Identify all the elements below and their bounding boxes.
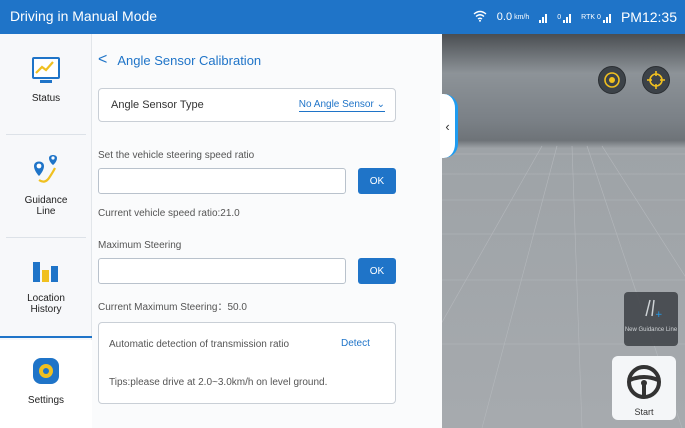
sidebar-item-location-history[interactable]: Location History [0, 256, 92, 315]
sidebar-item-label: Location History [27, 293, 65, 315]
angle-sensor-type-label: Angle Sensor Type [111, 99, 204, 111]
map-view[interactable]: + New Guidance Line Start [442, 34, 685, 428]
sidebar-item-label: Status [31, 93, 61, 104]
rtk-signal-icon [602, 11, 611, 23]
steering-ratio-label: Set the vehicle steering speed ratio [98, 150, 255, 161]
collapse-panel-button[interactable]: ‹ [440, 94, 458, 158]
angle-sensor-type-select[interactable]: No Angle Sensor ⌄ [298, 99, 385, 112]
speed-indicator: 0.0 km/h [497, 11, 529, 23]
page-header: < Angle Sensor Calibration [92, 48, 261, 72]
satellite-indicator: 0 [557, 11, 572, 23]
back-button[interactable]: < [98, 51, 107, 69]
rtk-count: 0 [597, 13, 601, 21]
current-max-steering: Current Maximum Steering：50.0 [98, 302, 247, 313]
new-guidance-line-button[interactable]: + New Guidance Line [624, 292, 678, 346]
detection-tip: Tips:please drive at 2.0~3.0km/h on leve… [109, 377, 328, 388]
chevron-down-icon: ⌄ [376, 99, 385, 110]
angle-sensor-type-row: Angle Sensor Type No Angle Sensor ⌄ [98, 88, 396, 122]
rtk-label: RTK [581, 13, 596, 21]
start-label: Start [634, 407, 654, 417]
signal-icon [539, 11, 548, 23]
sidebar-item-settings[interactable]: Settings [0, 340, 92, 428]
satellite-count: 0 [557, 13, 562, 21]
angle-sensor-selected: No Angle Sensor [298, 99, 374, 110]
status-indicators: 0.0 km/h 0 RTK 0 PM12:35 [473, 6, 677, 28]
page-title: Angle Sensor Calibration [117, 52, 262, 68]
new-guidance-line-label: New Guidance Line [624, 327, 678, 333]
max-steering-ok-button[interactable]: OK [358, 258, 396, 284]
max-steering-label: Maximum Steering [98, 240, 182, 251]
route-pin-icon [34, 155, 57, 183]
sidebar-divider [6, 134, 86, 135]
sidebar-item-guidance-line[interactable]: Guidance Line [0, 154, 92, 217]
crosshair-icon [647, 71, 665, 89]
clock: PM12:35 [620, 9, 677, 25]
rtk-indicator: RTK 0 [581, 11, 611, 23]
detect-button[interactable]: Detect [341, 338, 370, 349]
sidebar-item-status[interactable]: Status [0, 56, 92, 104]
speed-value: 0.0 [496, 11, 513, 23]
wifi-icon [473, 10, 487, 25]
gear-icon [33, 358, 59, 384]
max-steering-input[interactable] [98, 258, 346, 284]
sidebar-item-label: Settings [27, 395, 65, 406]
current-speed-ratio: Current vehicle speed ratio:21.0 [98, 208, 240, 219]
speed-unit: km/h [514, 13, 530, 21]
sidebar-divider [6, 237, 86, 238]
svg-text:+: + [655, 310, 662, 318]
steering-wheel-icon [627, 365, 661, 399]
calibration-panel: < Angle Sensor Calibration Angle Sensor … [92, 34, 442, 428]
status-bar: Driving in Manual Mode 0.0 km/h 0 RTK 0 … [0, 0, 685, 34]
start-button[interactable]: Start [612, 356, 676, 420]
chart-icon [32, 57, 60, 83]
auto-detection-label: Automatic detection of transmission rati… [109, 339, 290, 350]
mode-title: Driving in Manual Mode [10, 8, 158, 24]
steering-ratio-input[interactable] [98, 168, 346, 194]
guidance-line-icon: + [645, 299, 663, 320]
bar-chart-icon [33, 262, 58, 282]
satellite-icon [563, 11, 572, 23]
target-button[interactable] [642, 66, 670, 94]
locate-button[interactable] [598, 66, 626, 94]
active-indicator [0, 336, 92, 338]
sidebar-item-label: Guidance Line [24, 195, 68, 217]
chevron-left-icon: ‹ [445, 118, 450, 134]
tractor-locate-icon [604, 72, 620, 88]
sidebar: Status Guidance Line Location History Se… [0, 34, 92, 428]
auto-detection-card: Automatic detection of transmission rati… [98, 322, 396, 404]
steering-ratio-ok-button[interactable]: OK [358, 168, 396, 194]
